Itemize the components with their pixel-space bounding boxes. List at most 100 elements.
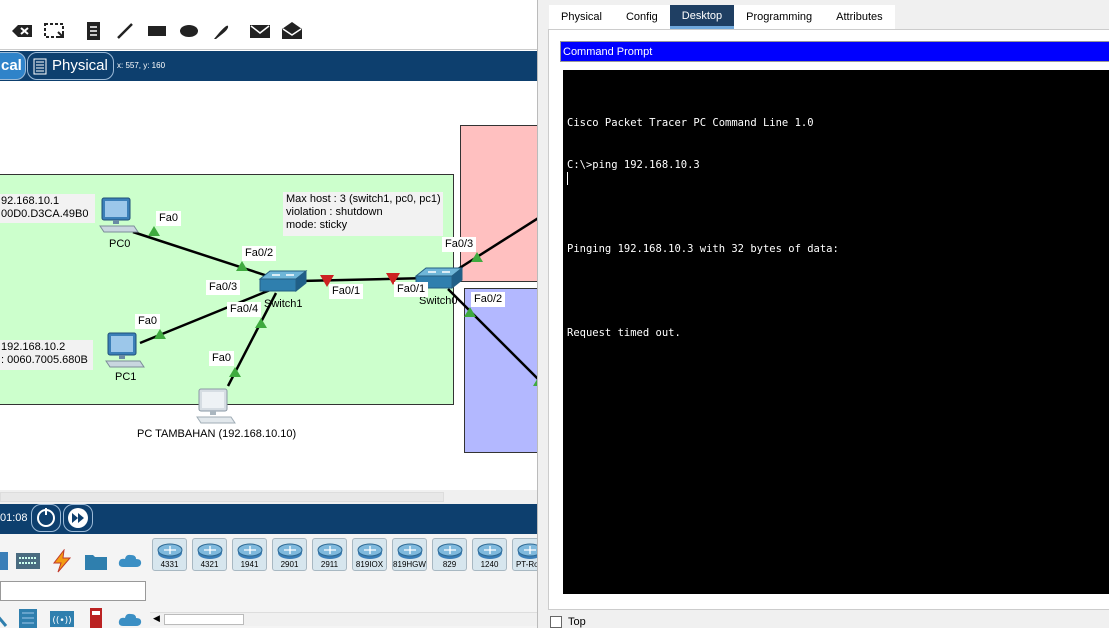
rectangle-icon[interactable] — [145, 20, 169, 42]
resize-icon[interactable] — [42, 20, 66, 42]
router-icon — [397, 543, 423, 559]
router-icon — [437, 543, 463, 559]
router-icon — [197, 543, 223, 559]
switch1-device[interactable] — [258, 269, 308, 298]
model-label: 1240 — [480, 560, 499, 569]
device-model-1941[interactable]: 1941 — [232, 538, 267, 571]
cursor-coordinates: x: 557, y: 160 — [117, 61, 166, 70]
pc-config-dialog: Physical Config Desktop Programming Attr… — [537, 0, 1109, 628]
lightning-icon[interactable] — [49, 549, 75, 573]
folder-icon[interactable] — [83, 549, 109, 573]
router-icon — [517, 543, 537, 559]
port-label: Fa0/2 — [471, 292, 506, 307]
pc0-mac-text: 00D0.D3CA.49B0 — [1, 208, 89, 220]
terminal-line: Request timed out. — [567, 327, 681, 339]
tab-attributes[interactable]: Attributes — [824, 5, 894, 29]
port-label: Fa0/4 — [227, 302, 262, 317]
tab-programming[interactable]: Programming — [734, 5, 824, 29]
link-status-up — [148, 226, 160, 236]
pc1-name: PC1 — [115, 371, 137, 383]
switch-category-icon[interactable] — [15, 549, 41, 573]
pc0-device[interactable] — [98, 196, 140, 237]
command-prompt-titlebar: Command Prompt — [560, 41, 1109, 62]
model-label: 2901 — [280, 560, 299, 569]
switch1-name: Switch1 — [264, 298, 303, 310]
tab-physical-label: Physical — [52, 57, 108, 74]
port-label: Fa0 — [209, 351, 234, 366]
server-icon[interactable] — [15, 606, 41, 628]
device-models-scrollbar[interactable]: ◀ — [150, 612, 537, 626]
delete-icon[interactable] — [10, 20, 34, 42]
simulation-time: 01:08 — [0, 512, 28, 524]
wireless-icon[interactable]: ((•)) — [49, 606, 75, 628]
tab-logical[interactable]: cal — [0, 52, 26, 80]
power-cycle-button[interactable] — [31, 504, 61, 532]
tab-desktop[interactable]: Desktop — [669, 5, 735, 29]
model-label: PT-Rou — [515, 560, 537, 569]
view-tabbar: cal Physical x: 557, y: 160 — [0, 51, 537, 81]
dialog-tabbar: Physical Config Desktop Programming Attr… — [549, 5, 895, 29]
device-model-2901[interactable]: 2901 — [272, 538, 307, 571]
fast-forward-button[interactable] — [63, 504, 93, 532]
model-label: 819HGW — [393, 560, 426, 569]
drawing-toolbar — [0, 0, 537, 50]
router-icon — [237, 543, 263, 559]
router-icon — [477, 543, 503, 559]
canvas-horizontal-scrollbar[interactable] — [0, 490, 537, 504]
always-on-top-checkbox[interactable] — [550, 616, 562, 628]
fast-forward-icon — [68, 508, 88, 528]
always-on-top-label: Top — [568, 616, 586, 628]
model-label: 819IOX — [355, 560, 384, 569]
pc-icon — [99, 197, 139, 233]
topology-canvas[interactable]: 92.168.10.1 00D0.D3CA.49B0 192.168.10.2 … — [0, 81, 537, 490]
pc1-device[interactable] — [104, 331, 146, 372]
note-icon[interactable] — [81, 20, 105, 42]
device-model-829[interactable]: 829 — [432, 538, 467, 571]
scrollbar-thumb[interactable] — [164, 614, 244, 625]
cloud-icon[interactable] — [117, 549, 143, 573]
device-model-819hgw[interactable]: 819HGW — [392, 538, 427, 571]
model-label: 4331 — [160, 560, 179, 569]
device-panel: ((•)) 4331 4321 1941 2901 2911 819IOX 81… — [0, 534, 537, 628]
link-switch1-switch0 — [299, 276, 431, 283]
tab-config[interactable]: Config — [614, 5, 670, 29]
port-label: Fa0/3 — [442, 237, 477, 252]
ellipse-icon[interactable] — [177, 20, 201, 42]
text-cursor — [567, 172, 568, 185]
pc-tambahan-device[interactable] — [195, 387, 237, 428]
device-model-819iox[interactable]: 819IOX — [352, 538, 387, 571]
tab-physical[interactable]: Physical — [549, 5, 614, 29]
device-search-field[interactable] — [0, 581, 146, 601]
router-icon — [317, 543, 343, 559]
cloud-icon[interactable] — [117, 606, 143, 628]
port-label: Fa0/1 — [329, 284, 364, 299]
device-model-4331[interactable]: 4331 — [152, 538, 187, 571]
freeform-icon[interactable] — [209, 20, 233, 42]
open-envelope-icon[interactable] — [280, 20, 304, 42]
scroll-left-arrow-icon[interactable]: ◀ — [153, 613, 160, 624]
device-model-2911[interactable]: 2911 — [312, 538, 347, 571]
link-status-up — [255, 318, 267, 328]
router-icon — [277, 543, 303, 559]
envelope-icon[interactable] — [248, 20, 272, 42]
line-icon[interactable] — [113, 20, 137, 42]
router-icon — [357, 543, 383, 559]
pc0-ip-text: 92.168.10.1 — [1, 195, 60, 207]
scrollbar-thumb[interactable] — [0, 492, 444, 502]
device-model-4321[interactable]: 4321 — [192, 538, 227, 571]
terminal-line: Cisco Packet Tracer PC Command Line 1.0 — [567, 117, 814, 129]
pc1-mac-text: : 0060.7005.680B — [1, 354, 88, 366]
tab-physical[interactable]: Physical — [27, 52, 114, 80]
pc0-info-label: 92.168.10.1 00D0.D3CA.49B0 — [0, 194, 95, 223]
port-security-note: Max host : 3 (switch1, pc0, pc1) violati… — [283, 192, 443, 236]
device-model-pt-router[interactable]: PT-Rou — [512, 538, 537, 571]
terminal-output: Cisco Packet Tracer PC Command Line 1.0 … — [567, 88, 839, 368]
command-prompt-terminal[interactable]: Cisco Packet Tracer PC Command Line 1.0 … — [563, 70, 1109, 594]
switch-icon — [258, 269, 308, 293]
port-label: Fa0 — [156, 211, 181, 226]
security-device-icon[interactable] — [83, 606, 109, 628]
tab-logical-label: cal — [1, 57, 22, 74]
device-model-1240[interactable]: 1240 — [472, 538, 507, 571]
